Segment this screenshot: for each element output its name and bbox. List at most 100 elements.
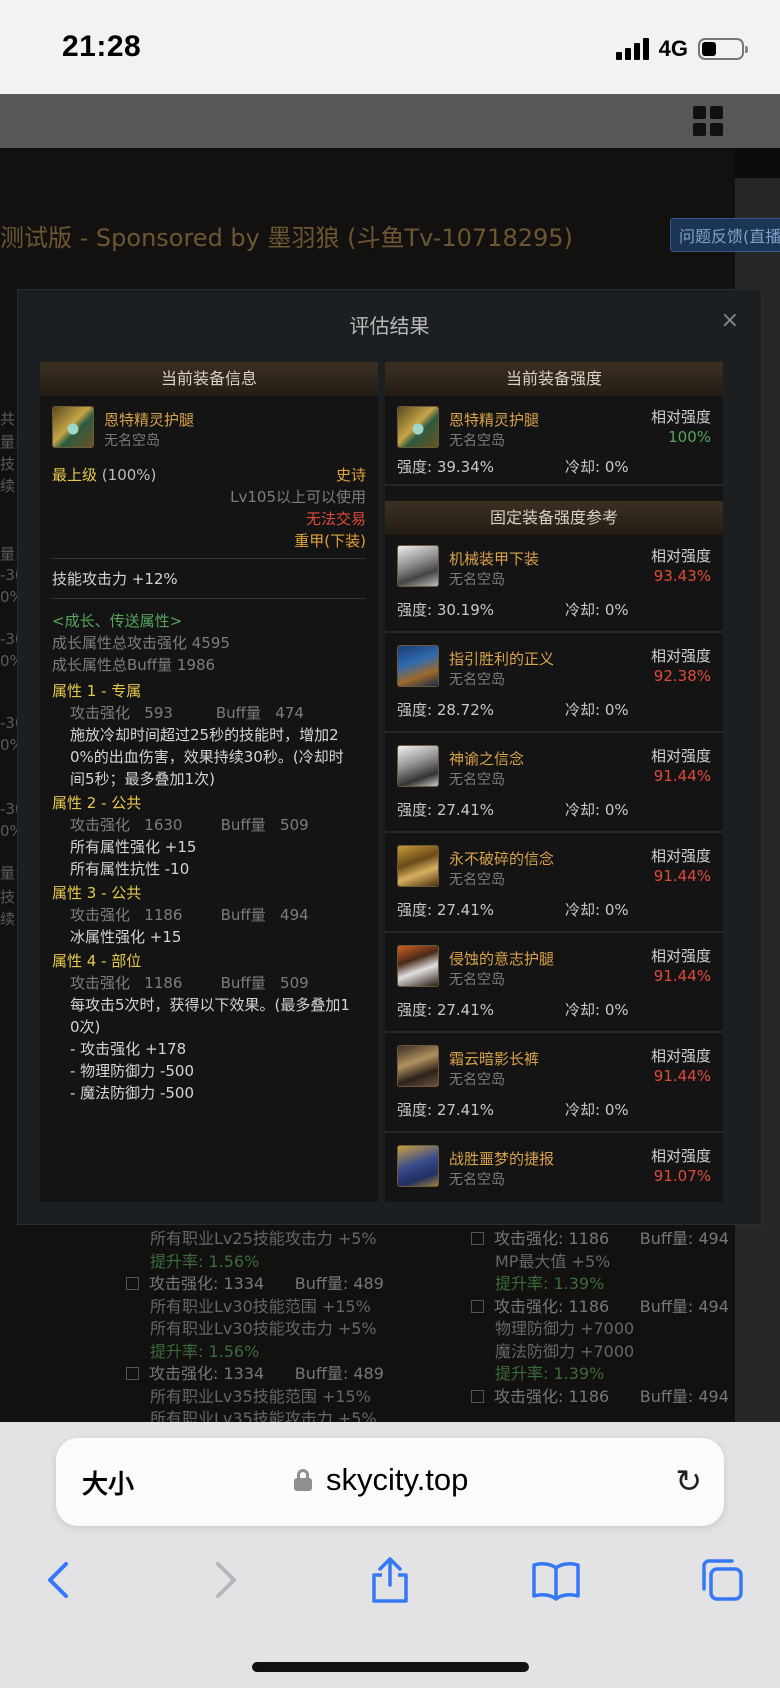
attribute-title: 属性 3 - 公共 — [52, 884, 142, 902]
item-source: 无名空岛 — [449, 872, 505, 888]
item-name: 指引胜利的正义 — [449, 650, 555, 668]
cooldown-value: 冷却: 0% — [565, 901, 629, 919]
item-icon — [397, 406, 439, 448]
attribute-stats: 攻击强化 1186 Buff量 494 — [70, 906, 309, 924]
cooldown-value: 冷却: 0% — [565, 1101, 629, 1119]
item-source: 无名空岛 — [449, 772, 505, 788]
background-fragment: 技 — [0, 455, 16, 473]
battery-icon — [698, 38, 748, 60]
item-icon — [397, 945, 439, 987]
item-name: 永不破碎的信念 — [449, 850, 555, 868]
current-strength-card: 恩特精灵护腿 无名空岛 相对强度 100% 强度: 39.34% 冷却: 0% — [385, 396, 723, 486]
background-list-line: 物理防御力 +7000 — [495, 1318, 729, 1341]
address-bar[interactable]: 大小 skycity.top ↻ — [56, 1438, 724, 1526]
relative-strength-label: 相对强度 — [650, 1047, 711, 1065]
item-name: 神谕之信念 — [449, 750, 525, 768]
item-source: 无名空岛 — [449, 1072, 505, 1088]
home-indicator — [252, 1662, 529, 1672]
close-icon[interactable]: × — [721, 308, 739, 333]
current-equipment-info-panel: 当前装备信息 恩特精灵护腿 无名空岛 最上级 (100%) 史诗 Lv105以上… — [40, 362, 378, 1202]
growth-attack: 成长属性总攻击强化 4595 — [52, 634, 230, 652]
item-name: 机械装甲下装 — [449, 550, 540, 568]
strength-value: 强度: 27.41% — [397, 1101, 495, 1119]
attribute-effect-line: 冰属性强化 +15 — [70, 928, 182, 946]
attribute-title: 属性 1 - 专属 — [52, 682, 142, 700]
equipment-strength-panel: 当前装备强度 恩特精灵护腿 无名空岛 相对强度 100% 强度: 39.34% … — [385, 362, 723, 1202]
background-list-line: 提升率: 1.56% — [150, 1341, 384, 1364]
attribute-effect-line: 所有属性强化 +15 — [70, 838, 197, 856]
background-list-left: 所有职业Lv25技能攻击力 +5% 提升率: 1.56% 攻击强化: 1334 Bu… — [126, 1228, 384, 1422]
relative-strength-label: 相对强度 — [650, 847, 711, 865]
reference-item-card: 机械装甲下装 无名空岛 相对强度 93.43% 强度: 30.19% 冷却: 0% — [385, 535, 723, 633]
background-checkbox-row[interactable]: 攻击强化: 1334 Buff量: 489 — [126, 1363, 384, 1386]
strength-value: 强度: 27.41% — [397, 901, 495, 919]
text-size-button[interactable]: 大小 — [82, 1464, 134, 1501]
relative-strength-value: 100% — [668, 428, 711, 446]
item-grade-pct: (100%) — [101, 466, 157, 484]
item-name: 战胜噩梦的捷报 — [449, 1150, 555, 1168]
status-indicators: 4G — [615, 36, 748, 62]
menu-grid-icon[interactable] — [693, 106, 723, 136]
line-text: 所有职业Lv35技能范围 +15% — [150, 1386, 371, 1406]
checkbox[interactable] — [471, 1232, 484, 1245]
item-icon — [397, 645, 439, 687]
divider — [52, 598, 366, 599]
url-text[interactable]: skycity.top — [326, 1462, 468, 1498]
evaluation-modal: 评估结果 × 当前装备信息 恩特精灵护腿 无名空岛 最上级 (100%) 史诗 … — [17, 289, 762, 1225]
background-checkbox-row[interactable]: 攻击强化: 1186 Buff量: 494 — [471, 1386, 729, 1409]
background-fragment: 续 — [0, 477, 16, 495]
checkbox[interactable] — [471, 1389, 484, 1403]
cooldown-value: 冷却: 0% — [565, 458, 629, 476]
background-checkbox-row[interactable]: 攻击强化: 1186 Buff量: 494 — [471, 1228, 729, 1251]
relative-strength-value: 93.43% — [653, 567, 711, 585]
bookmarks-icon[interactable] — [528, 1552, 584, 1608]
item-source: 无名空岛 — [449, 672, 505, 688]
item-grade-row: 最上级 (100%) — [52, 464, 156, 485]
line-text: 提升率: 1.39% — [495, 1364, 605, 1383]
item-name: 霜云暗影长裤 — [449, 1050, 540, 1068]
background-list-line: MP最大值 +5% — [495, 1251, 729, 1274]
relative-strength-label: 相对强度 — [650, 647, 711, 665]
item-level-req: Lv105以上可以使用 — [230, 488, 366, 506]
item-name: 恩特精灵护腿 — [449, 411, 540, 429]
relative-strength-label: 相对强度 — [650, 408, 711, 426]
line-text: 攻击强化: 1186 Buff量: 494 — [494, 1386, 729, 1406]
growth-buff: 成长属性总Buff量 1986 — [52, 656, 216, 674]
reference-item-card: 战胜噩梦的捷报 无名空岛 相对强度 91.07% — [385, 1135, 723, 1202]
attribute-stats: 攻击强化 593 Buff量 474 — [70, 704, 304, 722]
line-text: 所有职业Lv25技能攻击力 +5% — [150, 1229, 377, 1248]
attribute-effect-line: - 魔法防御力 -500 — [70, 1084, 194, 1102]
reload-icon[interactable]: ↻ — [675, 1462, 702, 1500]
background-fragment: 续 — [0, 910, 16, 928]
background-list-line: 所有职业Lv25技能攻击力 +5% — [150, 1228, 384, 1251]
attribute-stats: 攻击强化 1186 Buff量 509 — [70, 974, 309, 992]
item-source: 无名空岛 — [449, 1172, 505, 1188]
strength-value: 强度: 27.41% — [397, 801, 495, 819]
panel-header: 当前装备强度 — [385, 362, 723, 396]
item-icon — [397, 545, 439, 587]
feedback-button[interactable]: 问题反馈(直播 — [670, 218, 780, 252]
checkbox[interactable] — [471, 1299, 484, 1313]
background-checkbox-row[interactable]: 攻击强化: 1334 Buff量: 489 — [126, 1273, 384, 1296]
forward-icon[interactable] — [198, 1552, 254, 1608]
background-checkbox-row[interactable]: 攻击强化: 1186 Buff量: 494 — [471, 1296, 729, 1319]
checkbox[interactable] — [126, 1367, 139, 1380]
growth-header: <成长、传送属性> — [52, 612, 183, 630]
checkbox[interactable] — [126, 1277, 139, 1290]
back-icon[interactable] — [30, 1552, 86, 1608]
background-list-line: 所有职业Lv30技能攻击力 +5% — [150, 1318, 384, 1341]
background-list-line: 提升率: 1.39% — [495, 1363, 729, 1386]
background-list-line: 所有职业Lv35技能范围 +15% — [150, 1386, 384, 1409]
attribute-effect-line: - 物理防御力 -500 — [70, 1062, 194, 1080]
background-list-line: 提升率: 1.56% — [150, 1251, 384, 1274]
background-list-line: 所有职业Lv30技能范围 +15% — [150, 1296, 384, 1319]
share-icon[interactable] — [362, 1552, 418, 1608]
line-text: 攻击强化: 1186 Buff量: 494 — [494, 1229, 729, 1248]
relative-strength-value: 91.44% — [653, 867, 711, 885]
relative-strength-value: 91.07% — [653, 1167, 711, 1185]
cooldown-value: 冷却: 0% — [565, 701, 629, 719]
line-text: 物理防御力 +7000 — [495, 1319, 635, 1338]
reference-header: 固定装备强度参考 — [385, 501, 723, 535]
relative-strength-value: 91.44% — [653, 767, 711, 785]
tabs-icon[interactable] — [694, 1552, 750, 1608]
